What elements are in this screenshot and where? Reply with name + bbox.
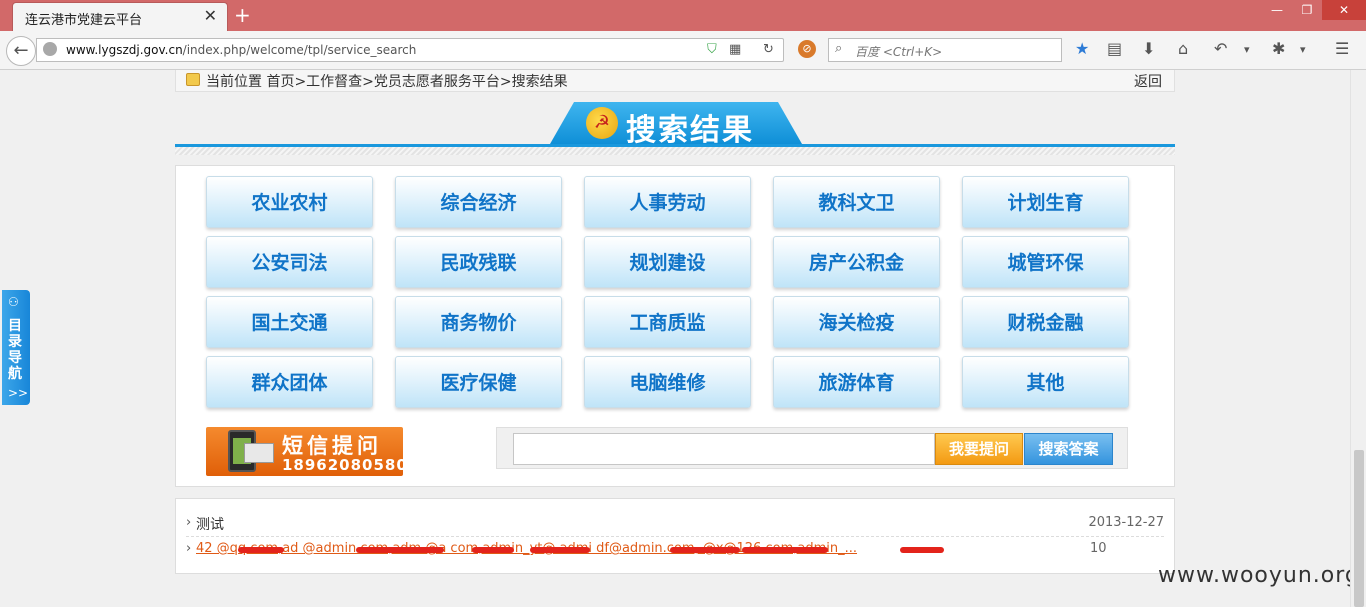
download-icon[interactable]: ⬇ — [1142, 39, 1155, 58]
redaction-mark — [670, 547, 740, 553]
category-button[interactable]: 规划建设 — [584, 236, 751, 288]
watermark: www.wooyun.org — [1158, 563, 1360, 588]
category-button[interactable]: 房产公积金 — [773, 236, 940, 288]
star-icon[interactable]: ★ — [1075, 39, 1089, 58]
url-text[interactable]: www.lygszdj.gov.cn/index.php/welcome/tpl… — [66, 43, 416, 57]
ask-question-button[interactable]: 我要提问 — [935, 433, 1023, 465]
page-content: 当前位置 首页>工作督查>党员志愿者服务平台>搜索结果 返回 ☭ 搜索结果 农业… — [0, 70, 1359, 607]
category-button[interactable]: 工商质监 — [584, 296, 751, 348]
new-tab-icon[interactable]: + — [234, 3, 251, 27]
browser-tab[interactable]: 连云港市党建云平台 ✕ — [12, 2, 228, 31]
category-button[interactable]: 农业农村 — [206, 176, 373, 228]
result-title[interactable]: 测试 — [196, 514, 224, 534]
section-title-tab: ☭ 搜索结果 — [550, 102, 802, 144]
undo-icon[interactable]: ↶ — [1214, 39, 1227, 58]
category-button[interactable]: 教科文卫 — [773, 176, 940, 228]
breadcrumb: 当前位置 首页>工作督查>党员志愿者服务平台>搜索结果 返回 — [175, 70, 1175, 92]
redaction-mark — [742, 547, 828, 553]
category-button[interactable]: 旅游体育 — [773, 356, 940, 408]
chevron-right-icon: › — [186, 515, 192, 530]
reading-list-icon[interactable]: ▤ — [1107, 39, 1122, 58]
minimize-icon[interactable]: — — [1262, 0, 1292, 20]
category-button[interactable]: 民政残联 — [395, 236, 562, 288]
party-emblem-icon: ☭ — [586, 107, 618, 139]
list-item[interactable]: › 42 @qq.com,ad @admin.com,adm @a com,ad… — [186, 537, 1164, 563]
gesture-icon[interactable]: ✱ — [1272, 39, 1285, 58]
breadcrumb-text[interactable]: 当前位置 首页>工作督查>党员志愿者服务平台>搜索结果 — [206, 71, 568, 91]
search-bar[interactable]: ⌕ 百度 <Ctrl+K> — [828, 38, 1062, 62]
side-nav-label: 目录导航 — [8, 318, 22, 382]
category-button[interactable]: 城管环保 — [962, 236, 1129, 288]
divider-stripe — [175, 147, 1175, 155]
result-date: 2013-12-27 — [1088, 515, 1164, 530]
shield-icon[interactable]: ⛉ — [707, 42, 717, 57]
search-icon: ⌕ — [835, 41, 843, 56]
category-button[interactable]: 公安司法 — [206, 236, 373, 288]
menu-icon[interactable]: ☰ — [1335, 39, 1349, 58]
category-button[interactable]: 商务物价 — [395, 296, 562, 348]
category-button[interactable]: 财税金融 — [962, 296, 1129, 348]
chevron-right-icon: › — [186, 541, 192, 556]
scroll-thumb[interactable] — [1354, 450, 1364, 607]
globe-icon — [43, 42, 57, 56]
redaction-mark — [356, 547, 444, 553]
location-icon — [186, 73, 200, 86]
address-bar[interactable]: www.lygszdj.gov.cn/index.php/welcome/tpl… — [36, 38, 784, 62]
category-button[interactable]: 人事劳动 — [584, 176, 751, 228]
browser-titlebar: 连云港市党建云平台 ✕ + — ❐ ✕ — [0, 0, 1366, 31]
category-button[interactable]: 其他 — [962, 356, 1129, 408]
category-button[interactable]: 医疗保健 — [395, 356, 562, 408]
category-button[interactable]: 计划生育 — [962, 176, 1129, 228]
back-icon[interactable]: ← — [6, 36, 36, 66]
redaction-mark — [238, 547, 284, 553]
redaction-mark — [530, 547, 590, 553]
block-icon[interactable]: ⊘ — [798, 40, 816, 58]
results-list: › 测试 2013-12-27 › 42 @qq.com,ad @admin.c… — [175, 498, 1175, 574]
chevron-down-icon[interactable]: ▾ — [1244, 43, 1250, 56]
category-button[interactable]: 国土交通 — [206, 296, 373, 348]
category-button[interactable]: 群众团体 — [206, 356, 373, 408]
sms-question-banner[interactable]: 短信提问 18962080580 — [206, 427, 407, 476]
category-button[interactable]: 海关检疫 — [773, 296, 940, 348]
result-count: 10 — [1090, 541, 1107, 556]
search-placeholder: 百度 <Ctrl+K> — [855, 45, 943, 59]
section-header: ☭ 搜索结果 — [175, 102, 1175, 156]
category-panel: 农业农村 综合经济 人事劳动 教科文卫 计划生育 公安司法 民政残联 规划建设 … — [175, 165, 1175, 487]
category-button[interactable]: 综合经济 — [395, 176, 562, 228]
qr-icon[interactable]: ▦ — [729, 42, 741, 57]
list-item[interactable]: › 测试 2013-12-27 — [186, 511, 1164, 537]
redaction-mark — [900, 547, 944, 553]
question-search-input[interactable] — [513, 433, 935, 465]
close-window-icon[interactable]: ✕ — [1322, 0, 1366, 20]
double-chevron-icon: >> — [8, 386, 29, 400]
tab-title: 连云港市党建云平台 — [25, 13, 143, 28]
reload-icon[interactable]: ↻ — [763, 42, 774, 57]
chevron-down-icon[interactable]: ▾ — [1300, 43, 1306, 56]
envelope-icon — [244, 443, 274, 463]
tab-close-icon[interactable]: ✕ — [204, 6, 217, 25]
search-answer-button[interactable]: 搜索答案 — [1024, 433, 1113, 465]
home-icon[interactable]: ⌂ — [1178, 39, 1188, 58]
back-link[interactable]: 返回 — [1134, 71, 1162, 91]
sms-phone-number: 18962080580 — [282, 456, 408, 474]
category-button[interactable]: 电脑维修 — [584, 356, 751, 408]
page-scrollbar[interactable] — [1350, 70, 1366, 607]
redaction-mark — [472, 547, 514, 553]
question-search-box: 我要提问 搜索答案 — [496, 427, 1128, 469]
section-title: 搜索结果 — [626, 113, 754, 148]
side-directory-nav[interactable]: ⚇ 目录导航 >> — [2, 290, 30, 405]
people-icon: ⚇ — [8, 295, 19, 309]
browser-navbar: ← www.lygszdj.gov.cn/index.php/welcome/t… — [0, 31, 1366, 70]
window-controls: — ❐ ✕ — [1262, 0, 1366, 20]
restore-icon[interactable]: ❐ — [1292, 0, 1322, 20]
